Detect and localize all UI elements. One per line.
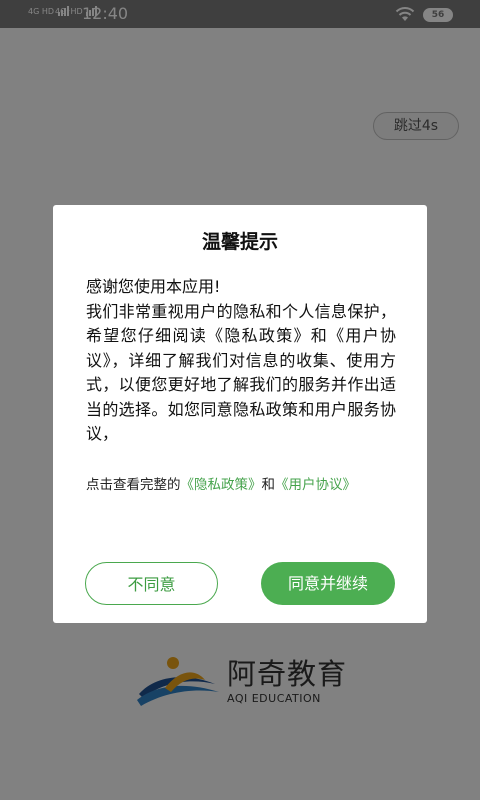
agree-continue-button[interactable]: 同意并继续 bbox=[261, 562, 395, 605]
user-agreement-link[interactable]: 《用户协议》 bbox=[275, 477, 356, 493]
privacy-dialog: 温馨提示 感谢您使用本应用! 我们非常重视用户的隐私和个人信息保护，希望您仔细阅… bbox=[53, 205, 427, 623]
policy-links: 点击查看完整的《隐私政策》和《用户协议》 bbox=[86, 471, 396, 499]
links-prefix: 点击查看完整的 bbox=[86, 477, 181, 493]
privacy-policy-link[interactable]: 《隐私政策》 bbox=[181, 477, 262, 493]
and-text: 和 bbox=[261, 477, 276, 493]
dialog-title: 温馨提示 bbox=[201, 231, 278, 253]
dialog-body-text: 感谢您使用本应用! 我们非常重视用户的隐私和个人信息保护，希望您仔细阅读《隐私政… bbox=[86, 277, 396, 443]
disagree-button[interactable]: 不同意 bbox=[85, 562, 218, 605]
